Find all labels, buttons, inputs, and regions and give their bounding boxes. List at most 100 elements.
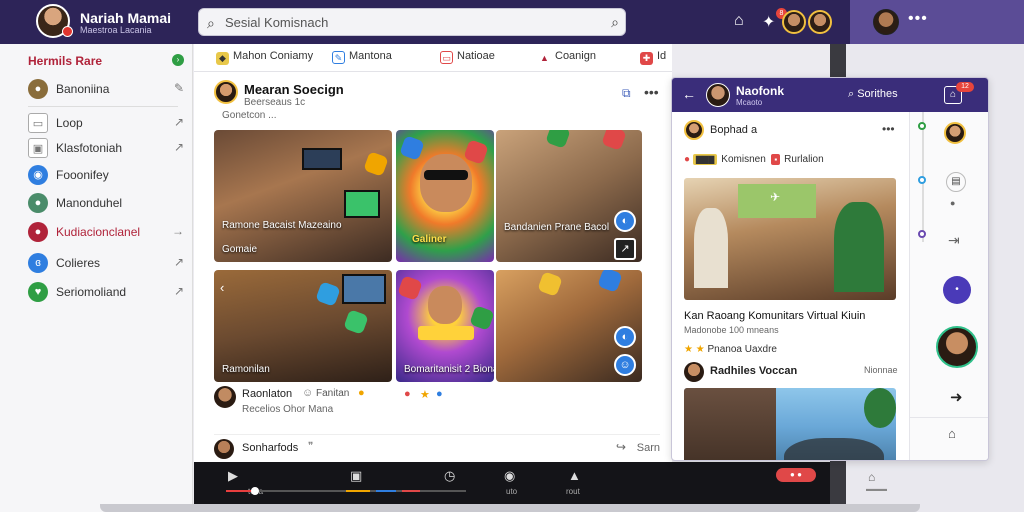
clock-icon[interactable]: ◷ [444,468,455,484]
panel-rail: ▤ ● ⇥ • ➜ ⌂ [909,112,988,460]
tab-coanign[interactable]: ▲ Coanign [538,50,596,65]
rail-dot[interactable] [918,122,926,130]
avatar-icon: ● [28,222,48,242]
tab-label: Coanign [555,50,596,62]
panel-header: ← Naofonk Mcaoto ⌕ Sorithes ⌂ 12 [672,78,988,112]
tile-caption: Ramone Bacaist Mazeaino [222,220,342,231]
sidebar-item-seriomoliand[interactable]: ♥ Seriomoliand ↗ [28,281,184,303]
tab-label: Id [657,50,667,62]
author-avatar[interactable] [684,362,704,382]
panel-search-button[interactable]: ⌕ Sorithes [848,88,898,101]
photo-tile[interactable]: ◐ ☺ [496,270,642,382]
rail-dot[interactable] [918,230,926,238]
tab-mantona[interactable]: ✎ Mantona [332,50,392,64]
forward-arrow-icon[interactable]: ➜ [950,388,963,406]
friend-avatar[interactable] [782,10,806,34]
community-photo[interactable] [684,388,896,460]
community-photo[interactable]: ✈ [684,178,896,300]
sidebar-item-manonduhel[interactable]: ● Manonduhel [28,192,184,214]
share-label: Sarn [636,442,660,454]
tag-chip[interactable]: ▪ [771,154,781,165]
panel-main: Bophad a ••• ● ▇▇▇ Komisnen ▪ Rurlalion ✈ … [672,112,908,460]
back-arrow-icon[interactable]: ← [682,86,696,102]
leaf-icon: ♥ [28,282,48,302]
panel-avatar[interactable] [706,83,730,107]
storefront-icon[interactable]: ⌂ [948,426,956,441]
share-icon[interactable]: ↪ [616,440,626,454]
lightning-icon[interactable]: ✦ [762,12,775,32]
tab-label: Natioae [457,50,495,62]
storefront-icon[interactable]: ⌂ [868,470,875,484]
sidebar-item-banoniina[interactable]: ● Banoniina ✎ [28,78,184,100]
tag-chip[interactable]: ▇▇▇ [692,154,718,165]
progress-knob[interactable] [250,487,259,495]
panel-subtitle: Mcaoto [736,98,763,107]
tab-mahon-coniamy[interactable]: ◆ Mahon Coniamy [216,50,313,65]
send-icon[interactable]: ⇥ [948,232,960,249]
sidebar-item-fooonifey[interactable]: ◉ Fooonifey [28,164,184,186]
search-icon: ⌕ [848,88,858,100]
footer-avatar[interactable] [214,439,234,459]
play-icon[interactable]: ◐ [614,210,636,232]
account-avatar[interactable] [873,9,899,35]
dots-icon: ● [950,198,956,208]
tent-icon: ▲ [540,53,549,63]
more-options-icon[interactable]: ••• [908,10,928,28]
play-icon[interactable]: ▶ [228,468,238,484]
photo-tile[interactable]: ‹ Ramonilan [214,270,392,382]
rail-dot[interactable] [918,176,926,184]
edit-icon[interactable]: ✎ [174,81,184,95]
add-button[interactable]: • [943,276,971,304]
sidebar-item-klasfotoniah[interactable]: ▣ Klasfotoniah ↗ [28,137,184,159]
sidebar-item-loop[interactable]: ▭ Loop ↗ [28,112,184,134]
like-icon[interactable]: ● [436,388,443,400]
tab-id[interactable]: ✚ Id [640,50,666,65]
photo-tile[interactable]: ◐ Bandanien Prane Bacol ↗ [496,130,642,262]
member-avatar[interactable] [936,326,978,368]
tab-natioae[interactable]: ▭ Natioae [440,50,495,64]
live-badge-icon[interactable]: ● ● [776,468,816,482]
commenter-avatar[interactable] [214,386,236,408]
host-face [428,286,462,324]
person [694,208,728,288]
like-icon[interactable]: ☺ [614,354,636,376]
sidebar-item-label: Fooonifey [56,168,109,182]
author-avatar[interactable] [684,120,704,140]
profile-status-badge [62,26,73,37]
emoji-bubble [397,275,423,301]
avatar-icon: ● [28,79,48,99]
video-tile-featured[interactable]: Galiner [396,130,494,262]
divider [28,106,178,107]
sidebar-item-label: Loop [56,116,83,130]
online-status-icon: › [172,54,184,66]
star-icon[interactable]: ★ [420,388,430,401]
sidebar-item-colieres[interactable]: ɞ Colieres ↗ [28,252,184,274]
document-icon[interactable]: ▤ [946,172,966,192]
sidebar-item-kudiacionclanel[interactable]: ● Kudiacionclanel → [28,221,184,243]
more-options-icon[interactable]: ••• [644,84,659,100]
panel-title: Naofonk [736,84,784,98]
record-icon[interactable]: ◉ [504,468,515,484]
photo-tile[interactable]: Ramone Bacaist Mazeaino Gomaie [214,130,392,262]
progress-track[interactable] [226,487,466,495]
chevron-left-icon[interactable]: ‹ [220,280,224,295]
quote-icon: ❞ [308,441,314,452]
sidebar-item-label: Seriomoliand [56,285,127,299]
community-panel: ← Naofonk Mcaoto ⌕ Sorithes ⌂ 12 Bophad … [671,77,989,461]
post-author-avatar[interactable] [214,80,238,104]
search-button-icon[interactable]: ⌕ [611,14,619,31]
member-avatar[interactable] [944,122,966,144]
share-icon[interactable]: ⧉ [622,86,631,101]
share-icon[interactable]: ↗ [614,238,636,260]
search-input[interactable] [225,12,585,32]
more-options-icon[interactable]: ••• [882,122,895,136]
screen-icon[interactable]: ▣ [350,468,362,484]
bag-icon[interactable]: ▲ [568,468,581,483]
friend-avatar[interactable] [808,10,832,34]
home-icon[interactable]: ⌂ [734,12,744,30]
play-icon[interactable]: ◐ [614,326,636,348]
video-tile-featured[interactable]: Bomaritanisit 2 Bionan 3 [396,270,494,382]
emoji-bubble [343,309,369,335]
heart-icon[interactable]: ● [404,388,411,400]
comment-text: Recelios Ohor Mana [242,404,334,415]
